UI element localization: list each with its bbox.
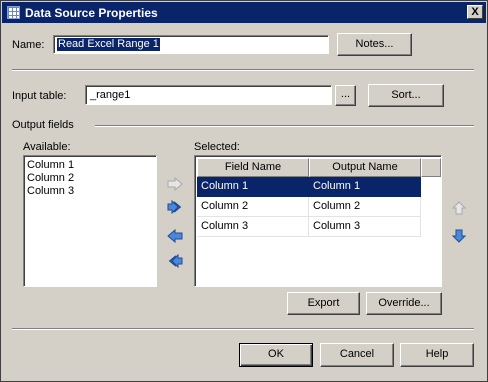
available-list[interactable]: Column 1 Column 2 Column 3 (23, 155, 157, 287)
move-left-icon[interactable] (167, 229, 183, 243)
move-up-icon[interactable] (451, 201, 467, 215)
table-row-field[interactable]: Column 2 (197, 197, 309, 217)
list-item[interactable]: Column 1 (27, 159, 74, 171)
input-table-field[interactable]: _range1 (85, 85, 332, 105)
table-row-field[interactable]: Column 1 (197, 177, 309, 197)
selected-label: Selected: (194, 141, 240, 153)
name-value: Read Excel Range 1 (57, 38, 160, 51)
column-header-filler (421, 158, 441, 177)
input-table-label: Input table: (12, 90, 67, 102)
help-button[interactable]: Help (400, 343, 474, 367)
list-item[interactable]: Column 2 (27, 172, 74, 184)
separator-top (12, 69, 474, 71)
name-field[interactable]: Read Excel Range 1 (53, 35, 329, 54)
ok-button[interactable]: OK (239, 343, 313, 367)
output-fields-label: Output fields (12, 119, 74, 131)
available-label: Available: (23, 141, 71, 153)
name-label: Name: (12, 39, 45, 51)
selected-grid[interactable]: Field Name Output Name Column 1 Column 1… (194, 155, 442, 287)
table-row-output[interactable]: Column 1 (309, 177, 421, 197)
table-row-output[interactable]: Column 3 (309, 217, 421, 237)
browse-button[interactable]: ... (335, 85, 356, 106)
title-bar: Data Source Properties X (2, 2, 486, 23)
move-all-right-icon[interactable] (167, 200, 183, 214)
move-down-icon[interactable] (451, 229, 467, 243)
move-all-left-icon[interactable] (167, 254, 183, 268)
list-item[interactable]: Column 3 (27, 185, 74, 197)
dialog-window: Data Source Properties X Name: Read Exce… (0, 0, 488, 382)
table-row-output[interactable]: Column 2 (309, 197, 421, 217)
table-icon (7, 6, 20, 19)
column-header-field-name[interactable]: Field Name (197, 158, 309, 177)
input-table-value: _range1 (90, 89, 131, 101)
cancel-button[interactable]: Cancel (320, 343, 394, 367)
sort-button[interactable]: Sort... (368, 84, 444, 107)
override-button[interactable]: Override... (366, 292, 442, 315)
window-title: Data Source Properties (25, 6, 158, 20)
separator-bottom (12, 328, 474, 330)
export-button[interactable]: Export (287, 292, 360, 315)
close-button[interactable]: X (467, 5, 483, 19)
table-row-field[interactable]: Column 3 (197, 217, 309, 237)
notes-button[interactable]: Notes... (337, 33, 412, 56)
column-header-output-name[interactable]: Output Name (309, 158, 421, 177)
move-right-icon[interactable] (167, 177, 183, 191)
output-fields-rule (95, 125, 474, 127)
